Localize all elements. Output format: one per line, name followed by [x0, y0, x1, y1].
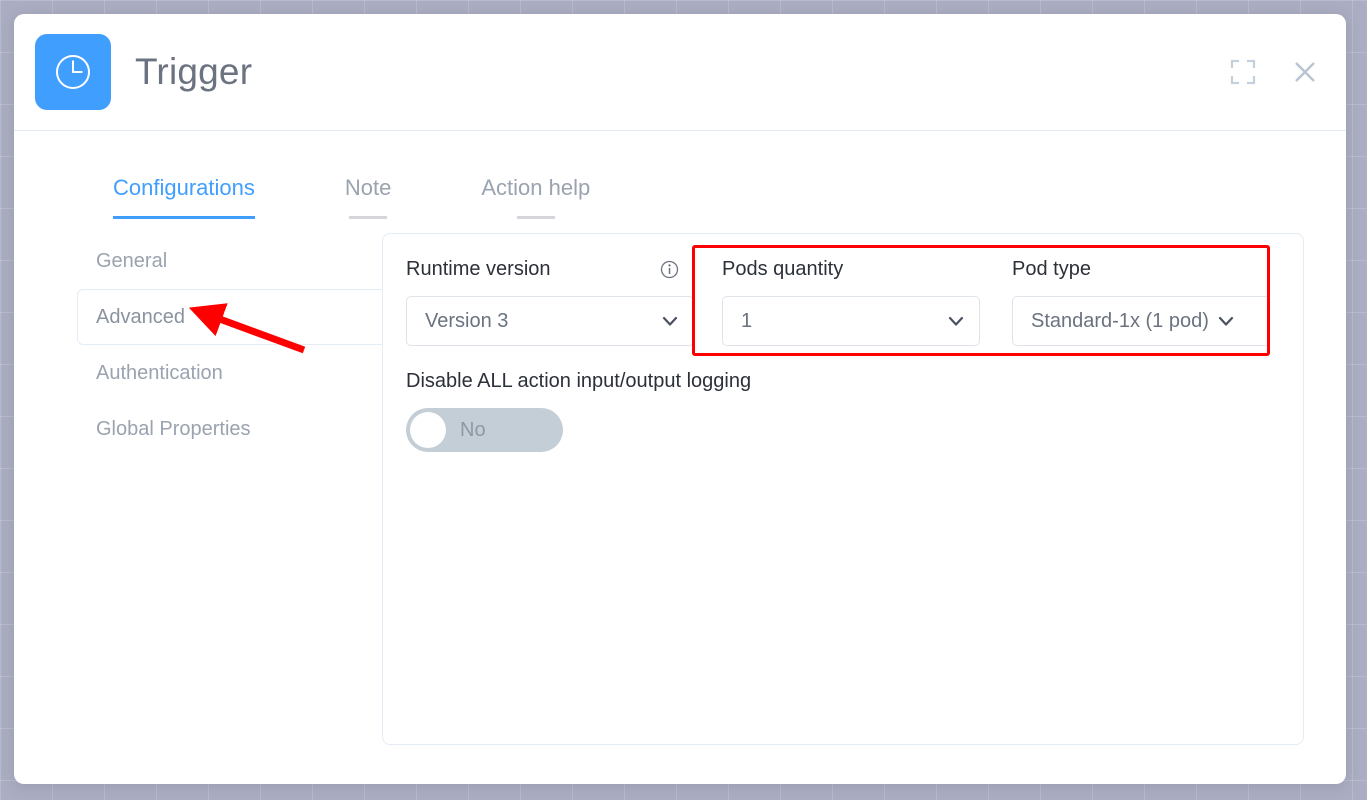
expand-icon[interactable] [1228, 57, 1258, 87]
pod-type-label-row: Pod type [1012, 256, 1270, 282]
sidebar-item-label: General [96, 250, 167, 273]
sidebar-item-advanced[interactable]: Advanced [77, 289, 383, 345]
sidebar-item-authentication[interactable]: Authentication [77, 345, 383, 401]
disable-logging-label: Disable ALL action input/output logging [406, 368, 751, 394]
toggle-knob [410, 412, 446, 448]
tab-configurations[interactable]: Configurations [113, 175, 255, 219]
pod-type-select[interactable]: Standard-1x (1 pod) [1012, 296, 1270, 346]
page-title: Trigger [135, 51, 252, 93]
chevron-down-icon [945, 310, 967, 332]
settings-sidebar: General Advanced Authentication Global P… [77, 233, 383, 457]
header-actions [1228, 57, 1320, 87]
sidebar-item-general[interactable]: General [77, 233, 383, 289]
disable-logging-field: Disable ALL action input/output logging … [406, 368, 751, 452]
sidebar-item-global-properties[interactable]: Global Properties [77, 401, 383, 457]
modal-body: General Advanced Authentication Global P… [14, 219, 1346, 783]
runtime-version-value: Version 3 [425, 310, 508, 333]
runtime-version-select[interactable]: Version 3 [406, 296, 694, 346]
sidebar-item-label: Authentication [96, 362, 223, 385]
tab-action-help-label: Action help [481, 175, 590, 200]
runtime-version-label-row: Runtime version [406, 256, 679, 282]
pod-type-label: Pod type [1012, 256, 1091, 282]
pods-quantity-select[interactable]: 1 [722, 296, 980, 346]
disable-logging-toggle[interactable]: No [406, 408, 563, 452]
tab-configurations-label: Configurations [113, 175, 255, 200]
chevron-down-icon [659, 310, 681, 332]
pod-type-field: Pod type Standard-1x (1 pod) [1012, 256, 1270, 346]
pods-quantity-label: Pods quantity [722, 256, 843, 282]
runtime-version-label: Runtime version [406, 256, 551, 282]
runtime-version-field: Runtime version Version 3 [406, 256, 694, 346]
clock-icon [35, 34, 111, 110]
modal-header: Trigger [14, 14, 1346, 131]
tab-note-label: Note [345, 175, 391, 200]
tab-action-help[interactable]: Action help [481, 175, 590, 219]
info-icon[interactable] [660, 260, 679, 279]
trigger-modal: Trigger Configurations Not [14, 14, 1346, 784]
close-icon[interactable] [1290, 57, 1320, 87]
sidebar-item-label: Advanced [96, 306, 185, 329]
chevron-down-icon [1215, 310, 1237, 332]
pods-quantity-label-row: Pods quantity [722, 256, 980, 282]
advanced-settings-panel: Runtime version Version 3 [382, 233, 1304, 745]
pods-quantity-field: Pods quantity 1 [722, 256, 980, 346]
sidebar-item-label: Global Properties [96, 418, 251, 441]
pod-type-value: Standard-1x (1 pod) [1031, 310, 1209, 333]
tab-note[interactable]: Note [345, 175, 391, 219]
toggle-state-label: No [460, 419, 486, 442]
pods-quantity-value: 1 [741, 310, 752, 333]
tab-bar: Configurations Note Action help [14, 131, 1346, 219]
